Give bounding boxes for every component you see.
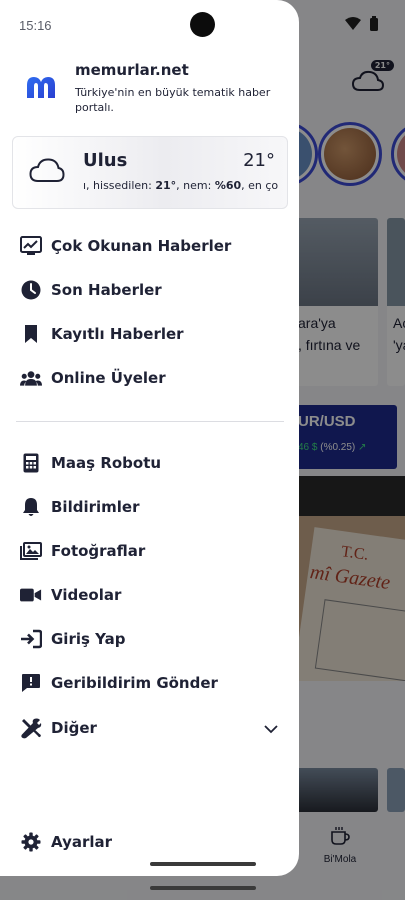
- navigation-drawer: 15:16 memurlar.net Türkiye'nin en büyük …: [0, 0, 299, 876]
- weather-feels-like: 21°: [155, 179, 177, 192]
- trending-chart-icon: [20, 235, 42, 257]
- menu-item-label: Videolar: [51, 586, 122, 604]
- tools-icon: [20, 717, 42, 739]
- menu-item-label: Fotoğraflar: [51, 542, 146, 560]
- menu-item-online-uyeler[interactable]: Online Üyeler: [0, 360, 299, 396]
- weather-detail: ı, hissedilen: 21°, nem: %60, en ço: [83, 179, 279, 192]
- video-camera-icon: [20, 584, 42, 606]
- menu-item-label: Giriş Yap: [51, 630, 126, 648]
- menu-item-label: Kayıtlı Haberler: [51, 325, 184, 343]
- menu-item-geribildirim[interactable]: Geribildirim Gönder: [0, 665, 299, 701]
- menu-item-label: Son Haberler: [51, 281, 162, 299]
- menu-item-label: Geribildirim Gönder: [51, 674, 218, 692]
- weather-card[interactable]: Ulus 21° ı, hissedilen: 21°, nem: %60, e…: [12, 136, 288, 209]
- weather-humidity: %60: [214, 179, 242, 192]
- menu-item-giris-yap[interactable]: Giriş Yap: [0, 621, 299, 657]
- menu-item-kayitli-haberler[interactable]: Kayıtlı Haberler: [0, 316, 299, 352]
- weather-temperature: 21°: [243, 150, 275, 171]
- front-camera: [190, 12, 215, 37]
- menu-item-label: Çok Okunan Haberler: [51, 237, 232, 255]
- feedback-icon: [20, 672, 42, 694]
- menu-item-ayarlar[interactable]: Ayarlar: [0, 824, 299, 860]
- menu-item-bildirimler[interactable]: Bildirimler: [0, 489, 299, 525]
- calculator-icon: [20, 452, 42, 474]
- menu-item-label: Ayarlar: [51, 833, 113, 851]
- status-time: 15:16: [19, 18, 52, 33]
- images-icon: [20, 540, 42, 562]
- gear-icon: [20, 831, 42, 853]
- menu-item-cok-okunan[interactable]: Çok Okunan Haberler: [0, 228, 299, 264]
- cloud-icon: [29, 158, 65, 182]
- logo-m-icon: [27, 77, 55, 98]
- bookmark-icon: [20, 323, 42, 345]
- menu-item-label: Bildirimler: [51, 498, 140, 516]
- gesture-bar: [150, 862, 256, 866]
- menu-item-label: Online Üyeler: [51, 369, 166, 387]
- gesture-bar: [150, 886, 256, 890]
- site-name: memurlar.net: [75, 61, 189, 79]
- site-description: Türkiye'nin en büyük tematik haber porta…: [75, 86, 271, 114]
- clock-icon: [20, 279, 42, 301]
- menu-item-label: Maaş Robotu: [51, 454, 162, 472]
- menu-item-label: Diğer: [51, 719, 97, 737]
- chevron-down-icon[interactable]: [263, 719, 279, 738]
- menu-item-videolar[interactable]: Videolar: [0, 577, 299, 613]
- menu-item-maas-robotu[interactable]: Maaş Robotu: [0, 445, 299, 481]
- bell-icon: [20, 496, 42, 518]
- login-icon: [20, 628, 42, 650]
- site-logo: [24, 72, 58, 100]
- users-icon: [20, 367, 42, 389]
- menu-item-fotograflar[interactable]: Fotoğraflar: [0, 533, 299, 569]
- menu-divider: [16, 421, 284, 422]
- menu-item-diger[interactable]: Diğer: [0, 710, 299, 746]
- menu-item-son-haberler[interactable]: Son Haberler: [0, 272, 299, 308]
- weather-city: Ulus: [83, 150, 128, 171]
